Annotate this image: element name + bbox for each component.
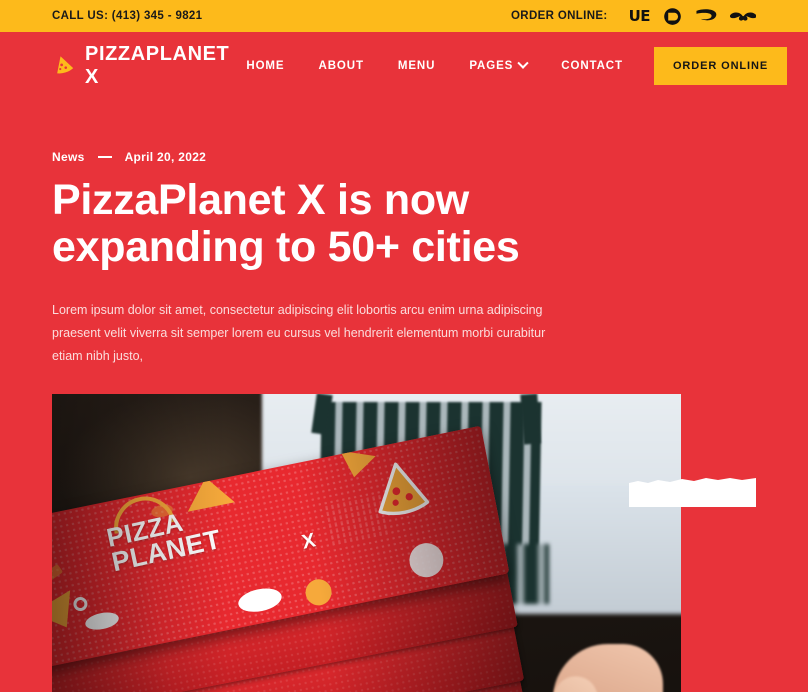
photo-canvas: PIZZA PLANET X [52, 393, 681, 692]
grubhub-icon[interactable] [695, 6, 717, 26]
pizza-box-stack: PIZZA PLANET X [52, 425, 556, 692]
nav-label: CONTACT [561, 60, 623, 72]
article-meta: News April 20, 2022 [52, 150, 756, 164]
order-online-label: ORDER ONLINE: [511, 10, 608, 22]
top-utility-bar: CALL US: (413) 345 - 9821 ORDER ONLINE: … [0, 0, 808, 32]
doordash-icon[interactable] [663, 6, 682, 26]
ubereats-icon[interactable]: UE [629, 6, 651, 26]
article-category[interactable]: News [52, 150, 85, 164]
nav-item-contact[interactable]: CONTACT [544, 60, 640, 72]
nav-item-menu[interactable]: MENU [381, 60, 452, 72]
page-root: CALL US: (413) 345 - 9821 ORDER ONLINE: … [0, 0, 808, 692]
article-header: News April 20, 2022 PizzaPlanet X is now… [52, 100, 756, 368]
brand-name: PIZZAPLANET X [85, 43, 230, 88]
nav-label: ABOUT [318, 60, 364, 72]
order-online-providers: ORDER ONLINE: UE [511, 6, 756, 26]
apron-strap-right [520, 393, 541, 445]
meta-separator-dash [97, 156, 112, 158]
pizza-slice-icon [52, 53, 75, 80]
nav-item-pages[interactable]: PAGES [452, 57, 544, 72]
hero-section: PIZZAPLANET X HOME ABOUT MENU PAGES CONT… [0, 32, 808, 692]
postmates-icon[interactable] [730, 6, 756, 26]
chevron-down-icon [517, 57, 529, 69]
article-hero-image: PIZZA PLANET X [52, 393, 681, 692]
nav-label: HOME [246, 60, 285, 72]
page-title: PizzaPlanet X is now expanding to 50+ ci… [52, 176, 520, 272]
order-online-button[interactable]: ORDER ONLINE [653, 47, 788, 85]
main-navbar: PIZZAPLANET X HOME ABOUT MENU PAGES CONT… [52, 32, 788, 100]
article-date: April 20, 2022 [124, 150, 207, 164]
nav-label: MENU [397, 60, 436, 72]
call-us-text: CALL US: (413) 345 - 9821 [52, 10, 203, 22]
nav-item-about[interactable]: ABOUT [301, 60, 380, 72]
nav-links: HOME ABOUT MENU PAGES CONTACT ORDER ONLI… [229, 47, 788, 85]
nav-label: PAGES [469, 60, 514, 72]
article-excerpt: Lorem ipsum dolor sit amet, consectetur … [52, 302, 546, 363]
nav-item-home[interactable]: HOME [229, 60, 301, 72]
brand-logo[interactable]: PIZZAPLANET X [52, 43, 229, 89]
